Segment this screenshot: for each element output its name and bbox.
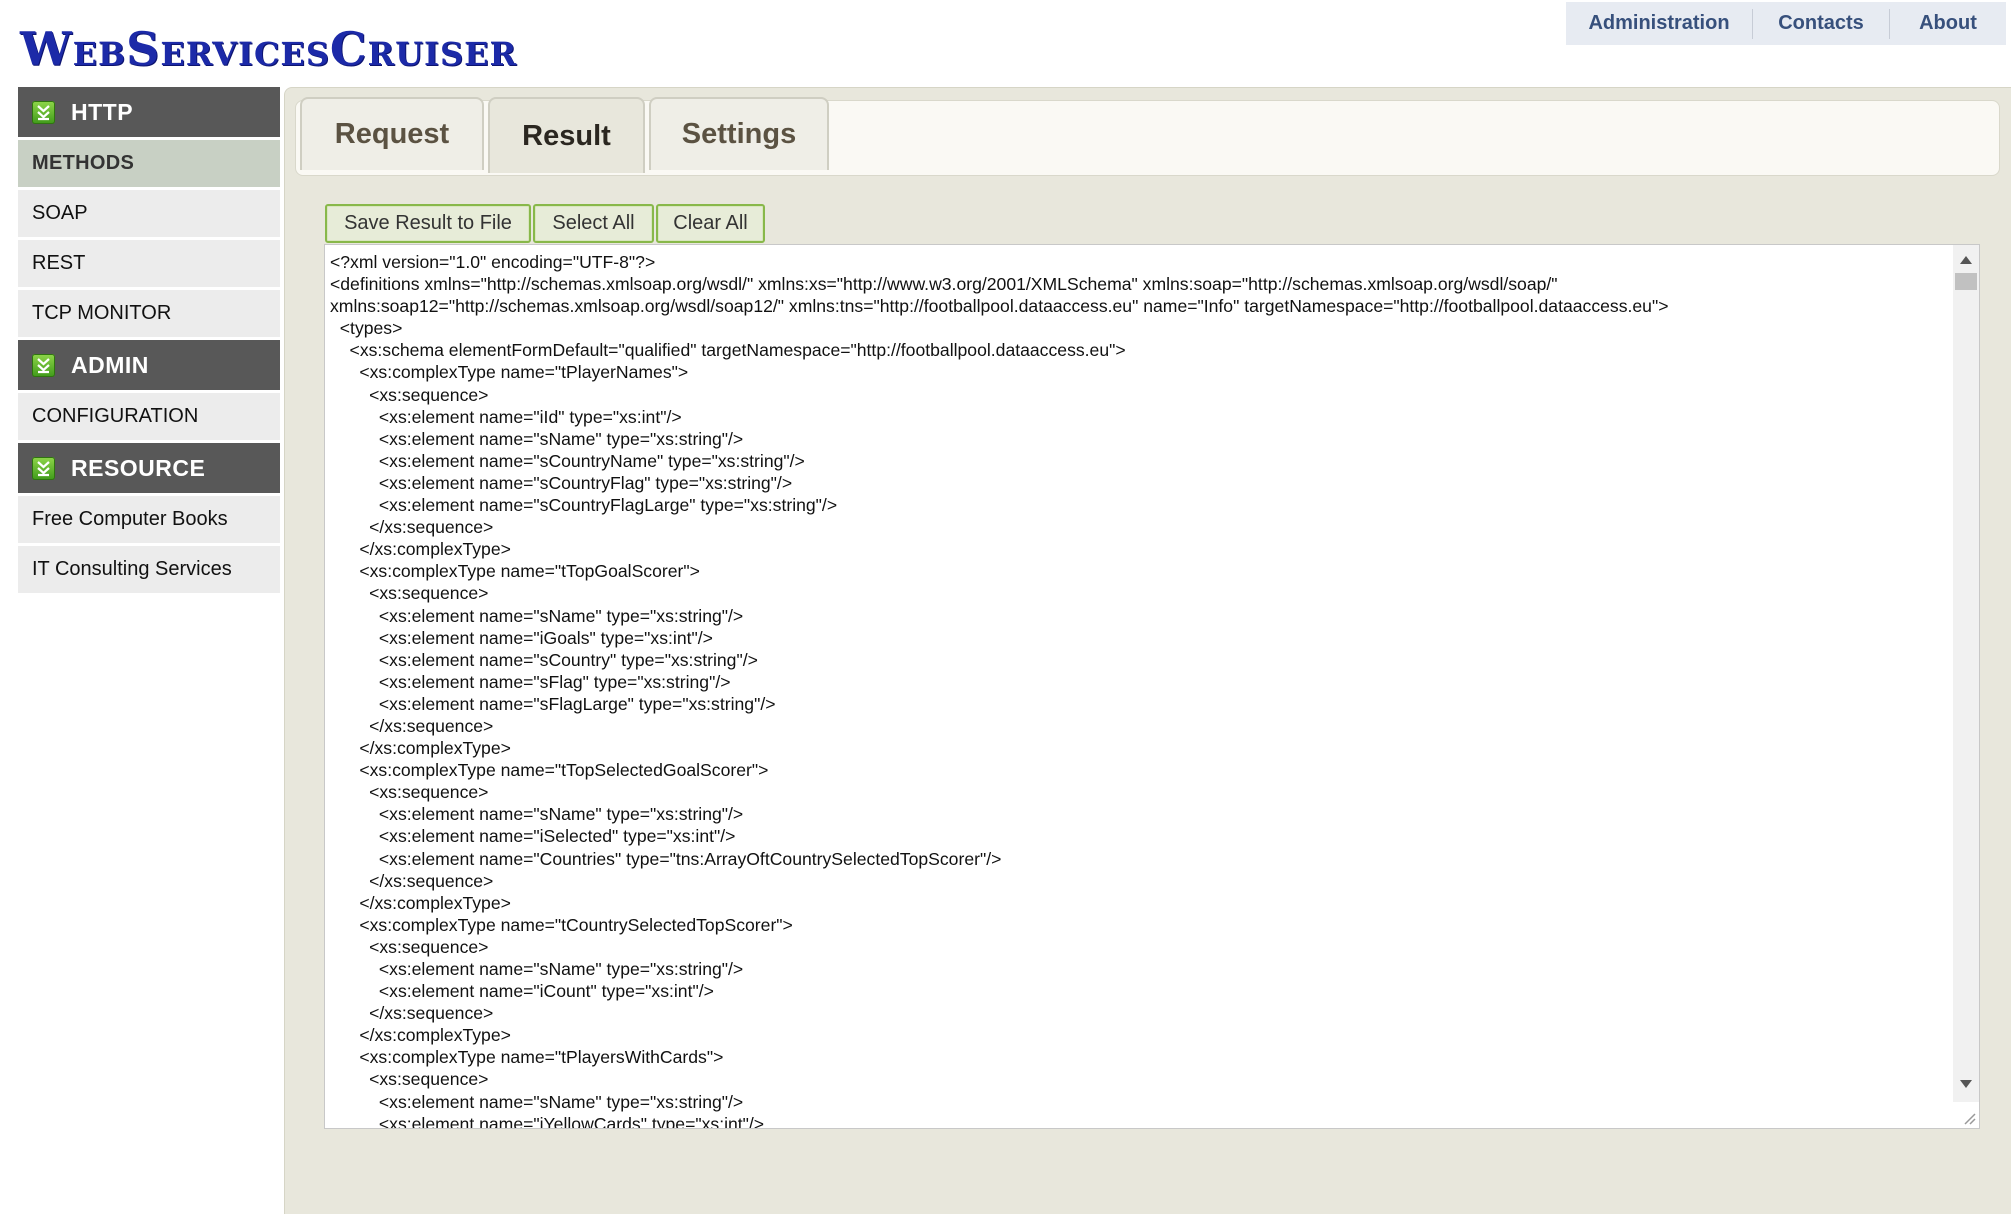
sidebar-item-free-computer-books[interactable]: Free Computer Books [18,496,280,543]
collapse-arrow-icon [32,353,55,377]
sidebar-item-soap[interactable]: SOAP [18,190,280,237]
main-panel: Request Result Settings Save Result to F… [284,87,2011,1214]
sidebar-header-admin[interactable]: ADMIN [18,340,280,390]
sidebar-header-label: RESOURCE [71,454,206,481]
logo-text: WebServicesCruiser [20,22,518,76]
result-content: <?xml version="1.0" encoding="UTF-8"?> <… [330,252,1669,1129]
sidebar-item-tcp-monitor[interactable]: TCP MONITOR [18,290,280,337]
collapse-arrow-icon [32,100,55,124]
select-all-button[interactable]: Select All [533,204,654,243]
clear-all-button[interactable]: Clear All [656,204,765,243]
sidebar-header-resource[interactable]: RESOURCE [18,443,280,493]
tab-result[interactable]: Result [488,97,645,173]
nav-administration[interactable]: Administration [1566,2,1752,45]
sidebar-item-rest[interactable]: REST [18,240,280,287]
sidebar: HTTP METHODS SOAP REST TCP MONITOR ADMIN… [18,87,280,596]
resize-handle-icon[interactable] [1953,1102,1979,1128]
nav-about[interactable]: About [1890,2,2006,45]
sidebar-header-http[interactable]: HTTP [18,87,280,137]
app-logo[interactable]: WebServicesCruiser [20,16,517,76]
scroll-down-icon[interactable] [1960,1080,1972,1088]
scroll-thumb[interactable] [1955,273,1977,290]
sidebar-item-it-consulting-services[interactable]: IT Consulting Services [18,546,280,593]
sidebar-header-label: ADMIN [71,351,149,378]
sidebar-item-configuration[interactable]: CONFIGURATION [18,393,280,440]
tab-request[interactable]: Request [300,97,484,170]
scroll-up-icon[interactable] [1960,256,1972,264]
tab-settings[interactable]: Settings [649,97,829,170]
top-navigation: Administration Contacts About [1566,2,2006,45]
collapse-arrow-icon [32,456,55,480]
sidebar-item-methods[interactable]: METHODS [18,140,280,187]
save-result-button[interactable]: Save Result to File [325,204,531,243]
result-textarea[interactable]: <?xml version="1.0" encoding="UTF-8"?> <… [324,244,1980,1129]
vertical-scrollbar[interactable] [1953,245,1979,1128]
sidebar-header-label: HTTP [71,98,134,125]
nav-contacts[interactable]: Contacts [1753,2,1889,45]
